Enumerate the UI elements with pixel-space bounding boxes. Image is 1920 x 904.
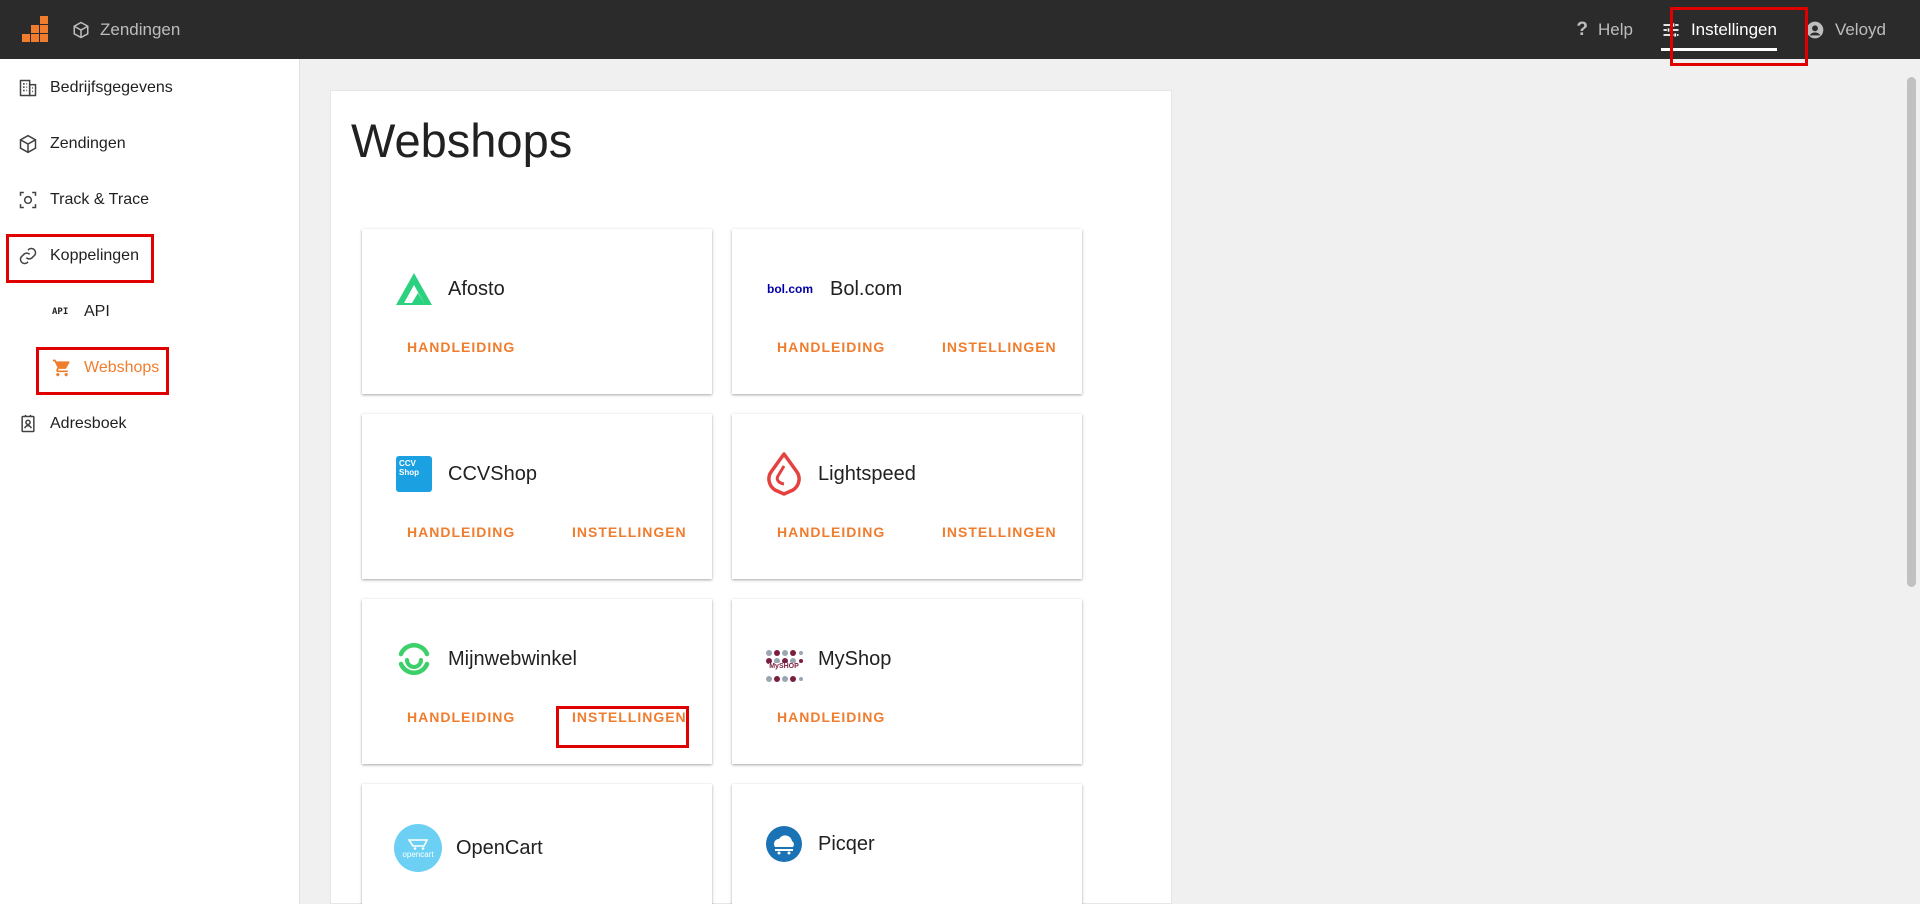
top-bar: Zendingen ? Help Instellingen Veloyd [0,0,1920,59]
track-trace-icon [19,191,37,209]
help-link[interactable]: ? Help [1562,0,1647,59]
webshop-name: MyShop [818,647,892,670]
handleiding-button[interactable]: HANDLEIDING [407,524,515,540]
webshop-name: Bol.com [830,277,903,300]
webshop-name: Picqer [818,832,875,855]
webshops-highlight-box [36,347,169,395]
sidebar-item-bedrijfsgegevens[interactable]: Bedrijfsgegevens [18,74,173,102]
webshop-name: Mijnwebwinkel [448,647,577,670]
sidebar-item-label: Bedrijfsgegevens [50,79,173,96]
instellingen-button[interactable]: INSTELLINGEN [572,524,687,540]
building-icon [19,79,37,97]
webshop-card-ccvshop: CCV Shop CCVShop HANDLEIDING INSTELLINGE… [362,414,712,579]
bolcom-logo-text: bol.com [766,282,813,296]
webshop-card-bolcom: bol.com Bol.com HANDLEIDING INSTELLINGEN [732,229,1082,394]
ccvshop-logo-icon: CCV Shop [394,454,434,494]
page-title: Webshops [351,114,573,167]
opencart-logo-icon: opencart [394,824,442,872]
instellingen-button[interactable]: INSTELLINGEN [942,524,1057,540]
sidebar-item-label: Adresboek [50,415,127,432]
handleiding-button[interactable]: HANDLEIDING [407,339,515,355]
mijnwebwinkel-logo-icon [394,639,434,679]
webshops-panel: Webshops Afosto HANDLEIDING bol.com Bol.… [330,90,1172,904]
package-icon [73,21,89,38]
sidebar-item-api[interactable]: API API [52,298,110,326]
opencart-logo-text: opencart [402,849,434,859]
nav-zendingen[interactable]: Zendingen [72,0,180,59]
myshop-logo-text: MySHOP [769,662,799,670]
webshop-name: CCVShop [448,462,537,485]
webshop-card-opencart: opencart OpenCart [362,784,712,904]
handleiding-button[interactable]: HANDLEIDING [777,709,885,725]
webshop-name: Afosto [448,277,505,300]
webshop-card-myshop: MySHOP MyShop HANDLEIDING [732,599,1082,764]
handleiding-button[interactable]: HANDLEIDING [407,709,515,725]
instellingen-button[interactable]: INSTELLINGEN [942,339,1057,355]
picqer-logo-icon [764,824,804,864]
webshop-name: Lightspeed [818,462,916,485]
myshop-logo-icon: MySHOP [764,639,804,682]
address-book-icon [21,414,35,433]
question-icon: ? [1576,18,1588,40]
lightspeed-logo-icon [764,452,804,496]
webshop-card-afosto: Afosto HANDLEIDING [362,229,712,394]
webshop-card-lightspeed: Lightspeed HANDLEIDING INSTELLINGEN [732,414,1082,579]
koppelingen-highlight-box [6,234,154,283]
nav-zendingen-label: Zendingen [100,19,181,39]
scrollbar-thumb[interactable] [1907,77,1916,587]
sidebar-item-label: Zendingen [50,135,126,152]
vertical-scrollbar[interactable] [1903,59,1920,904]
package-icon [19,134,37,154]
settings-highlight-box [1670,7,1808,66]
afosto-logo-icon [394,269,434,309]
user-label: Veloyd [1834,19,1886,39]
sidebar: Bedrijfsgegevens Zendingen Track & Trace… [0,59,300,904]
webshop-name: OpenCart [456,836,543,859]
app-logo-icon[interactable] [22,16,50,44]
bolcom-logo-icon: bol.com [764,269,816,309]
instellingen-highlight-box [556,706,689,748]
sidebar-item-adresboek[interactable]: Adresboek [18,410,127,438]
sidebar-item-zendingen[interactable]: Zendingen [18,130,126,158]
help-label: Help [1597,19,1633,39]
sidebar-item-label: API [84,303,110,320]
handleiding-button[interactable]: HANDLEIDING [777,339,885,355]
sidebar-item-track-trace[interactable]: Track & Trace [18,186,149,214]
api-icon: API [52,307,69,317]
ccvshop-logo-text: CCV Shop [396,456,432,492]
webshop-card-picqer: Picqer [732,784,1082,904]
handleiding-button[interactable]: HANDLEIDING [777,524,885,540]
sidebar-item-label: Track & Trace [50,191,149,208]
